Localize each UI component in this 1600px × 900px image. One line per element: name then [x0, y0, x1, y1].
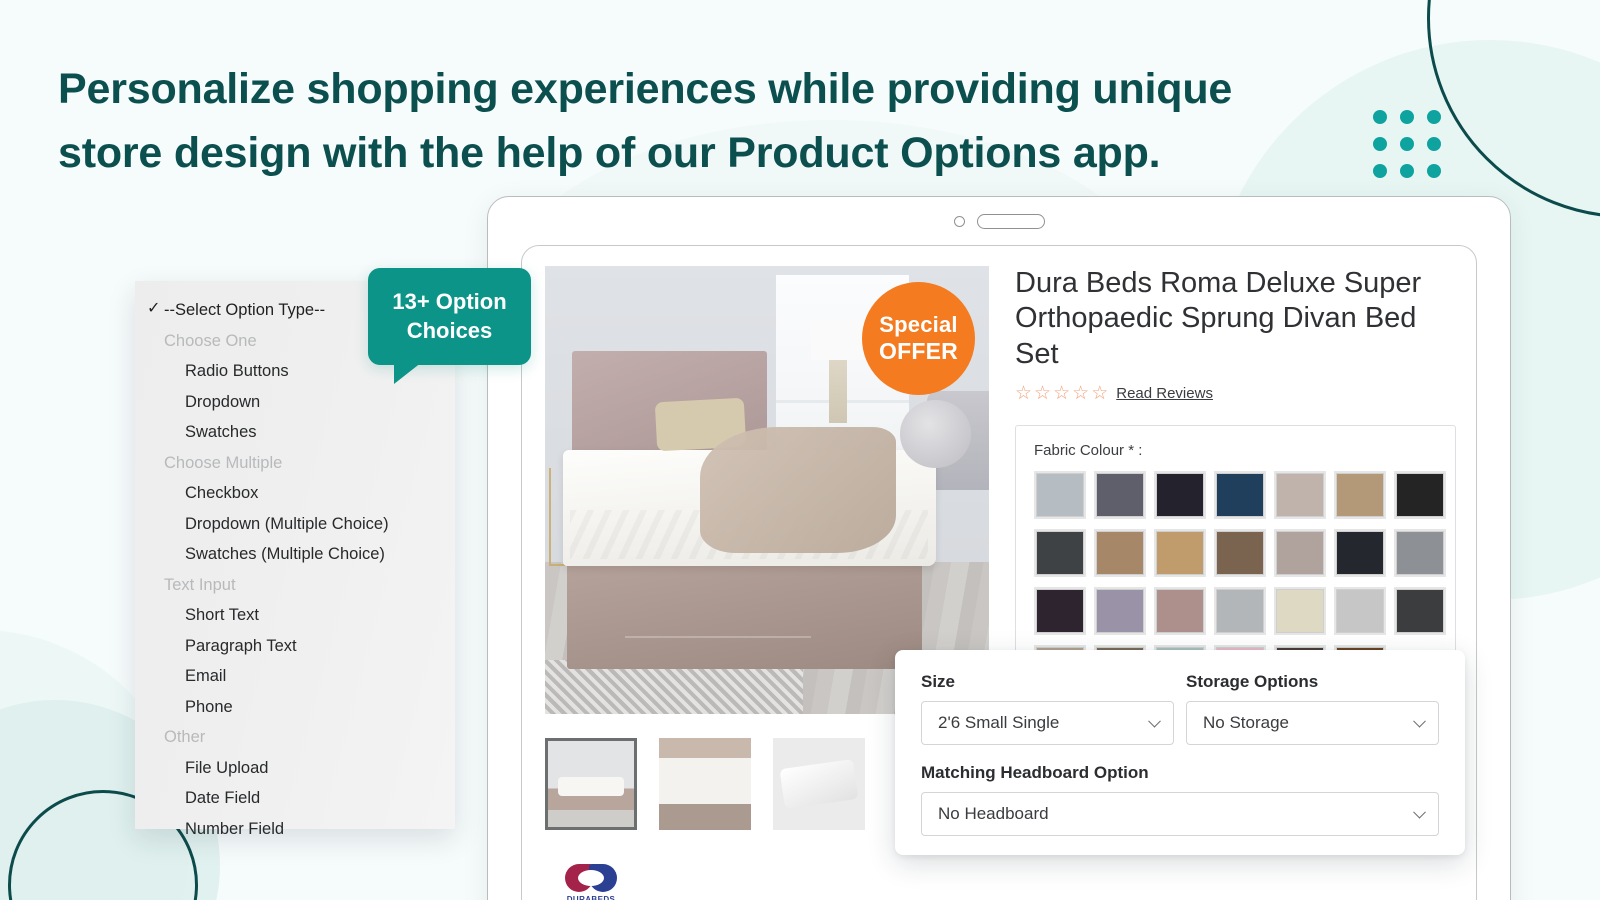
fabric-swatch[interactable]: [1334, 587, 1386, 636]
page-headline: Personalize shopping experiences while p…: [58, 65, 1233, 177]
storage-options-label: Storage Options: [1186, 672, 1319, 691]
fabric-colour-label: Fabric Colour * :: [1034, 442, 1143, 460]
fabric-swatch[interactable]: [1094, 471, 1146, 520]
headboard-value: No Headboard: [938, 804, 1049, 823]
options-row-2: Matching Headboard Option No Headboard: [921, 763, 1439, 836]
thumbnail-2[interactable]: [659, 738, 751, 830]
check-icon: ✓: [147, 300, 161, 317]
fabric-swatch[interactable]: [1334, 471, 1386, 520]
chevron-down-icon: [1413, 714, 1426, 728]
size-label: Size: [921, 672, 956, 691]
menu-item[interactable]: Short Text: [135, 600, 455, 631]
fabric-swatch[interactable]: [1214, 471, 1266, 520]
size-value: 2'6 Small Single: [938, 713, 1060, 732]
fabric-swatch[interactable]: [1214, 529, 1266, 578]
fabric-swatch[interactable]: [1154, 587, 1206, 636]
menu-item[interactable]: Number Field: [135, 814, 455, 845]
read-reviews-link[interactable]: Read Reviews: [1116, 385, 1213, 402]
option-choices-callout: 13+ Option Choices: [368, 268, 531, 384]
menu-group-header: Choose Multiple: [164, 453, 283, 472]
fabric-swatch[interactable]: [1094, 587, 1146, 636]
fabric-swatch[interactable]: [1274, 587, 1326, 636]
product-rating: ☆ ☆ ☆ ☆ ☆ Read Reviews: [1015, 384, 1456, 403]
storage-options-select[interactable]: No Storage: [1186, 701, 1439, 745]
speaker-icon: [976, 213, 1045, 229]
fabric-swatch[interactable]: [1034, 471, 1086, 520]
headboard-field: Matching Headboard Option No Headboard: [921, 763, 1439, 836]
callout-line1: 13+ Option: [392, 289, 507, 315]
product-hero-image[interactable]: Special OFFER: [545, 266, 989, 714]
menu-group-header: Other: [164, 728, 206, 746]
menu-item[interactable]: Swatches: [135, 417, 455, 448]
page-root: Personalize shopping experiences while p…: [0, 0, 1600, 900]
menu-item-label: --Select Option Type--: [164, 301, 326, 319]
menu-item[interactable]: Date Field: [135, 783, 455, 814]
fabric-swatch[interactable]: [1094, 529, 1146, 578]
chevron-down-icon: [1148, 714, 1161, 728]
callout-line2: Choices: [406, 317, 493, 343]
fabric-swatch[interactable]: [1154, 471, 1206, 520]
headboard-label: Matching Headboard Option: [921, 763, 1149, 782]
fabric-swatch[interactable]: [1394, 529, 1446, 578]
storage-options-value: No Storage: [1203, 713, 1289, 732]
offer-badge-line2: OFFER: [879, 337, 958, 364]
fabric-swatch[interactable]: [1274, 471, 1326, 520]
fabric-swatch[interactable]: [1334, 529, 1386, 578]
thumbnail-1[interactable]: [545, 738, 637, 830]
fabric-swatch[interactable]: [1274, 529, 1326, 578]
dot-grid-icon: [1373, 110, 1441, 178]
menu-group-header: Text Input: [164, 575, 236, 594]
brand-logo-text: DURABEDS: [566, 895, 616, 900]
options-row-1: Size 2'6 Small Single Storage Options No…: [921, 672, 1439, 745]
callout-tail: [394, 362, 422, 384]
menu-item[interactable]: Email: [135, 661, 455, 692]
fabric-swatch[interactable]: [1034, 587, 1086, 636]
headboard-select[interactable]: No Headboard: [921, 792, 1439, 836]
durabeds-logo-icon: [565, 864, 617, 892]
star-rating-icon[interactable]: ☆ ☆ ☆ ☆ ☆: [1015, 384, 1108, 403]
menu-item[interactable]: File Upload: [135, 753, 455, 784]
size-field: Size 2'6 Small Single: [921, 672, 1174, 745]
fabric-swatch[interactable]: [1034, 529, 1086, 578]
fabric-swatch[interactable]: [1394, 587, 1446, 636]
special-offer-badge: Special OFFER: [862, 282, 975, 395]
product-options-panel: Size 2'6 Small Single Storage Options No…: [895, 650, 1465, 855]
fabric-swatch[interactable]: [1394, 471, 1446, 520]
brand-logo: DURABEDS: [545, 848, 637, 900]
chevron-down-icon: [1413, 805, 1426, 819]
menu-item[interactable]: Checkbox: [135, 478, 455, 509]
menu-item[interactable]: Dropdown: [135, 387, 455, 418]
fabric-swatch[interactable]: [1154, 529, 1206, 578]
offer-badge-line1: Special: [879, 311, 958, 337]
product-title: Dura Beds Roma Deluxe Super Orthopaedic …: [1015, 267, 1422, 370]
menu-item[interactable]: Paragraph Text: [135, 631, 455, 662]
thumbnail-3[interactable]: [773, 738, 865, 830]
camera-icon: [953, 215, 965, 227]
fabric-swatch[interactable]: [1214, 587, 1266, 636]
menu-item[interactable]: Dropdown (Multiple Choice): [135, 509, 455, 540]
storage-options-field: Storage Options No Storage: [1186, 672, 1439, 745]
tablet-top-bar: [488, 197, 1510, 245]
menu-item[interactable]: Phone: [135, 692, 455, 723]
size-select[interactable]: 2'6 Small Single: [921, 701, 1174, 745]
menu-item[interactable]: Swatches (Multiple Choice): [135, 539, 455, 570]
